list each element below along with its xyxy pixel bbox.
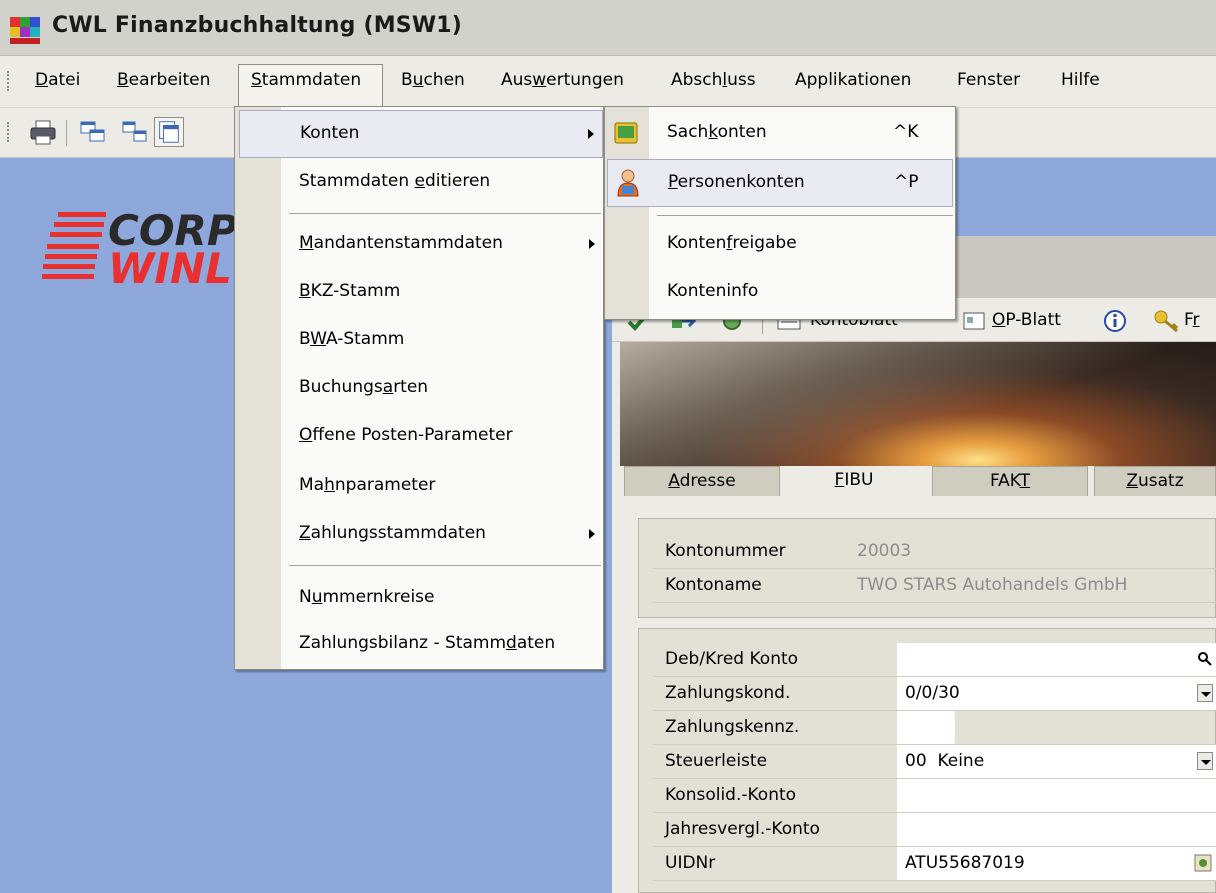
- kontoname-label: Kontoname: [665, 575, 762, 595]
- window-tile-icon[interactable]: [120, 117, 150, 147]
- deb-kred-konto-row: Deb/Kred Konto: [653, 643, 1216, 677]
- menu-separator: [657, 215, 953, 216]
- konsolid-konto-label: Konsolid.-Konto: [665, 785, 797, 805]
- dropdown-arrow-icon[interactable]: [1197, 684, 1213, 702]
- menu-hilfe[interactable]: Hilfe: [1061, 70, 1100, 90]
- personenkonten-icon: [617, 169, 639, 197]
- tab-adresse[interactable]: Adresse: [624, 466, 780, 496]
- zahlungskennz-label: Zahlungskennz.: [665, 717, 800, 737]
- menu-item-mandantenstammdaten[interactable]: Mandantenstammdaten: [235, 221, 603, 269]
- steuerleiste-select[interactable]: 00 Keine: [897, 745, 1216, 778]
- account-header-box: Kontonummer 20003 Kontoname TWO STARS Au…: [638, 518, 1216, 618]
- konsolid-konto-input[interactable]: [897, 779, 1216, 812]
- menu-item-zahlungsstammdaten[interactable]: Zahlungsstammdaten: [235, 511, 603, 559]
- menu-item-buchungsarten[interactable]: Buchungsarten: [235, 365, 603, 413]
- menu-applikationen[interactable]: Applikationen: [795, 70, 911, 90]
- fibu-fields-box: Deb/Kred Konto Zahlungskond. 0/0/30 Zahl…: [638, 628, 1216, 893]
- submenu-arrow-icon: [589, 529, 595, 539]
- title-bar: CWL Finanzbuchhaltung (MSW1): [0, 0, 1216, 56]
- menu-item-offene-posten-parameter[interactable]: Offene Posten-Parameter: [235, 413, 603, 461]
- steuerleiste-row: Steuerleiste 00 Keine: [653, 745, 1216, 779]
- print-icon[interactable]: [28, 117, 58, 147]
- jahresvergl-konto-row: Jahresvergl.-Konto: [653, 813, 1216, 847]
- menu-item-sachkonten[interactable]: Sachkonten ^K: [605, 110, 955, 158]
- menu-item-kontenfreigabe[interactable]: Kontenfreigabe: [605, 221, 955, 269]
- zahlungskond-row: Zahlungskond. 0/0/30: [653, 677, 1216, 711]
- logo-stripe: [58, 212, 106, 217]
- key-icon[interactable]: [1152, 308, 1180, 334]
- menu-bearbeiten[interactable]: Bearbeiten: [117, 70, 210, 90]
- zahlungskond-label: Zahlungskond.: [665, 683, 791, 703]
- opblatt-button[interactable]: OP-Blatt: [992, 310, 1061, 330]
- menu-item-stammdaten-editieren[interactable]: Stammdaten editieren: [235, 159, 603, 207]
- stammdaten-menu: Konten Stammdaten editieren Mandantensta…: [234, 106, 604, 670]
- window-title: CWL Finanzbuchhaltung (MSW1): [52, 13, 463, 38]
- header-banner-image: [620, 342, 1216, 466]
- kontoname-value: TWO STARS Autohandels GmbH: [857, 575, 1128, 595]
- toolbar-grip[interactable]: [7, 122, 10, 142]
- opblatt-icon[interactable]: [962, 310, 986, 332]
- tab-zusatz[interactable]: Zusatz: [1094, 466, 1216, 496]
- menu-item-zahlungsbilanz-stammdaten[interactable]: Zahlungsbilanz - Stammdaten: [235, 621, 603, 669]
- tab-fakt[interactable]: FAKT: [932, 466, 1088, 496]
- app-icon: [10, 17, 40, 44]
- logo-stripe: [54, 222, 104, 227]
- menu-item-bkz-stamm[interactable]: BKZ-Stamm: [235, 269, 603, 317]
- dropdown-arrow-icon[interactable]: [1197, 752, 1213, 770]
- zahlungskennz-input[interactable]: [897, 711, 955, 744]
- logo-stripe: [50, 232, 102, 237]
- logo-stripe: [45, 254, 97, 259]
- menubar-grip[interactable]: [7, 71, 10, 91]
- kontonummer-label: Kontonummer: [665, 541, 786, 561]
- logo-stripe: [43, 264, 95, 269]
- menu-buchen[interactable]: Buchen: [401, 70, 465, 90]
- zahlungskond-select[interactable]: 0/0/30: [897, 677, 1216, 710]
- menu-item-konten[interactable]: Konten: [239, 110, 603, 158]
- menu-item-konteninfo[interactable]: Konteninfo: [605, 269, 955, 317]
- menu-item-bwa-stamm[interactable]: BWA-Stamm: [235, 317, 603, 365]
- sachkonten-icon: [614, 122, 638, 144]
- submenu-arrow-icon: [588, 129, 594, 139]
- toolbar-separator: [66, 120, 67, 146]
- freigabe-button[interactable]: Fr: [1184, 310, 1200, 330]
- tab-fibu[interactable]: FIBU: [786, 466, 922, 496]
- steuerleiste-label: Steuerleiste: [665, 751, 768, 771]
- menu-datei[interactable]: Datei: [35, 70, 80, 90]
- search-icon[interactable]: [1197, 651, 1213, 667]
- window-arrange-icon[interactable]: [154, 117, 184, 147]
- konsolid-konto-row: Konsolid.-Konto: [653, 779, 1216, 813]
- kontoname-row: Kontoname TWO STARS Autohandels GmbH: [653, 569, 1216, 603]
- uidnr-input[interactable]: ATU55687019: [897, 847, 1216, 880]
- jahresvergl-konto-input[interactable]: [897, 813, 1216, 846]
- info-icon[interactable]: [1102, 308, 1128, 334]
- jahresvergl-konto-label: Jahresvergl.-Konto: [665, 819, 820, 839]
- uidnr-row: UIDNr ATU55687019: [653, 847, 1216, 881]
- zahlungskennz-row: Zahlungskennz.: [653, 711, 1216, 745]
- uidnr-label: UIDNr: [665, 853, 716, 873]
- menu-item-personenkonten[interactable]: Personenkonten ^P: [607, 159, 953, 207]
- menu-fenster[interactable]: Fenster: [957, 70, 1020, 90]
- deb-kred-konto-input[interactable]: [897, 643, 1216, 676]
- kontonummer-row: Kontonummer 20003: [653, 535, 1216, 569]
- tab-strip: Adresse FIBU FAKT Zusatz: [620, 466, 1216, 496]
- account-window: Kontoblatt OP-Blatt Fr Adresse FIBU FAKT…: [612, 236, 1216, 893]
- deb-kred-konto-label: Deb/Kred Konto: [665, 649, 799, 669]
- menu-item-nummernkreise[interactable]: Nummernkreise: [235, 575, 603, 623]
- menu-stammdaten[interactable]: Stammdaten: [251, 70, 361, 90]
- menu-separator: [289, 565, 601, 566]
- konten-submenu: Sachkonten ^K Personenkonten ^P Kontenfr…: [604, 106, 956, 320]
- menu-separator: [289, 213, 601, 214]
- uid-lookup-icon[interactable]: [1193, 853, 1213, 873]
- kontonummer-value: 20003: [857, 541, 912, 561]
- window-cascade-icon[interactable]: [78, 117, 108, 147]
- logo-text-winline: WINL: [108, 244, 232, 293]
- logo-stripe: [47, 244, 99, 249]
- menu-bar: Datei Bearbeiten Stammdaten Buchen Auswe…: [0, 56, 1216, 109]
- menu-item-mahnparameter[interactable]: Mahnparameter: [235, 463, 603, 511]
- menu-auswertungen[interactable]: Auswertungen: [501, 70, 624, 90]
- submenu-arrow-icon: [589, 239, 595, 249]
- menu-abschluss[interactable]: Abschluss: [671, 70, 756, 90]
- logo-stripe: [42, 274, 94, 279]
